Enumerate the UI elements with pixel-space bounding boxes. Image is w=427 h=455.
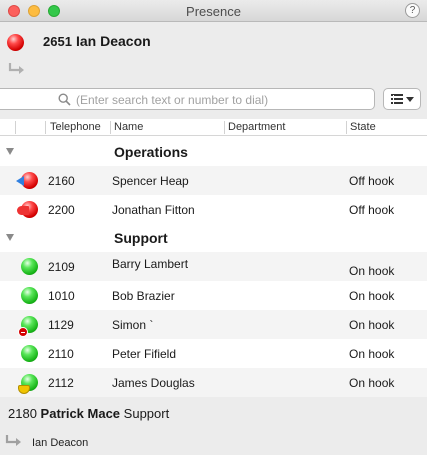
help-button[interactable]: ? (405, 3, 420, 18)
cell-telephone: 2109 (48, 260, 75, 274)
call-direction-icon (17, 206, 29, 215)
call-direction-icon (16, 176, 24, 186)
my-name: Ian Deacon (76, 33, 151, 49)
cell-telephone: 2160 (48, 174, 75, 188)
column-header-name[interactable]: Name (114, 121, 143, 133)
table-row[interactable]: 2109 Barry Lambert On hook (0, 252, 427, 281)
my-presence-status-icon[interactable] (7, 34, 24, 51)
group-header-support[interactable]: Support (0, 224, 427, 252)
presence-on-hook-icon (21, 287, 38, 304)
search-input[interactable] (76, 91, 366, 108)
table-row[interactable]: 2160 Spencer Heap Off hook (0, 166, 427, 195)
title-bar: Presence ? (0, 0, 427, 22)
table-row[interactable]: 1129 Simon ` On hook (0, 310, 427, 339)
cell-telephone: 2200 (48, 203, 75, 217)
view-options-button[interactable] (383, 88, 421, 110)
call-forward-icon[interactable] (8, 62, 26, 76)
column-header-telephone[interactable]: Telephone (50, 121, 101, 133)
presence-on-hook-icon (21, 345, 38, 362)
list-view-icon (391, 94, 414, 104)
cell-state: Off hook (349, 203, 395, 217)
cell-state: On hook (349, 264, 395, 278)
cell-state: On hook (349, 347, 395, 361)
window-title: Presence (186, 4, 241, 19)
table-row[interactable]: 2110 Peter Fifield On hook (0, 339, 427, 368)
selected-contact-name: Patrick Mace (40, 406, 121, 421)
my-extension: 2651 (43, 34, 72, 49)
table-row[interactable]: 1010 Bob Brazier On hook (0, 281, 427, 310)
column-header-row: Telephone Name Department State (0, 119, 427, 136)
cell-state: Off hook (349, 174, 395, 188)
cell-telephone: 1129 (48, 318, 74, 332)
table-row[interactable]: 2200 Jonathan Fitton Off hook (0, 195, 427, 224)
forward-target-name: Ian Deacon (32, 437, 89, 449)
presence-off-hook-icon (17, 201, 38, 218)
search-box[interactable] (0, 88, 375, 110)
presence-on-hook-icon (18, 316, 38, 337)
cell-telephone: 2110 (48, 347, 74, 361)
table-row[interactable]: 2112 James Douglas On hook (0, 368, 427, 397)
cell-telephone: 2112 (48, 376, 74, 390)
group-label: Support (114, 230, 168, 246)
search-icon (58, 93, 71, 106)
column-separator (224, 121, 225, 134)
selected-contact-info: 2180 Patrick Mace Support (8, 406, 169, 421)
cell-name: Jonathan Fitton (112, 203, 195, 217)
cell-name: Barry Lambert (112, 257, 189, 271)
selected-contact-department: Support (123, 406, 170, 421)
group-label: Operations (114, 144, 188, 160)
presence-on-hook-icon (21, 258, 38, 275)
disclosure-triangle-icon[interactable] (6, 148, 14, 155)
column-separator (110, 121, 111, 134)
voicemail-icon (18, 385, 30, 394)
cell-name: James Douglas (112, 376, 195, 390)
cell-state: On hook (349, 376, 395, 390)
selected-contact-extension: 2180 (8, 406, 37, 421)
presence-on-hook-icon (18, 374, 38, 394)
cell-state: On hook (349, 318, 395, 332)
group-header-operations[interactable]: Operations (0, 138, 427, 166)
column-header-department[interactable]: Department (228, 121, 285, 133)
call-forward-icon (5, 435, 21, 446)
cell-name: Spencer Heap (112, 174, 189, 188)
chevron-down-icon (406, 97, 414, 102)
cell-name: Bob Brazier (112, 289, 175, 303)
presence-off-hook-icon (16, 172, 38, 189)
cell-name: Simon ` (112, 318, 154, 332)
cell-name: Peter Fifield (112, 347, 177, 361)
column-header-state[interactable]: State (350, 121, 376, 133)
cell-telephone: 1010 (48, 289, 75, 303)
cell-state: On hook (349, 289, 395, 303)
disclosure-triangle-icon[interactable] (6, 234, 14, 241)
column-separator (15, 121, 16, 134)
do-not-disturb-icon (18, 327, 28, 337)
column-separator (346, 121, 347, 134)
column-separator (45, 121, 46, 134)
presence-list[interactable]: Telephone Name Department State Operatio… (0, 119, 427, 397)
